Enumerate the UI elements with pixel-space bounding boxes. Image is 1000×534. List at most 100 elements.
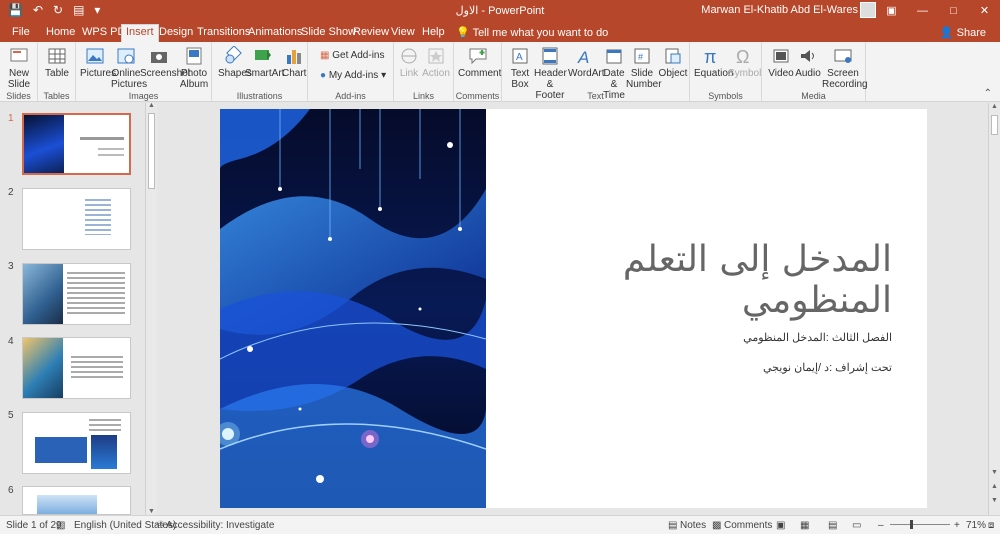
shapes-icon: [225, 46, 242, 64]
normal-view-icon[interactable]: ▣: [776, 520, 785, 531]
thumbnail-number: 2: [8, 187, 14, 198]
spelling-check-icon[interactable]: ▧: [56, 520, 65, 531]
current-slide[interactable]: المدخل إلى التعلم المنظومي الفصل الثالث …: [220, 109, 927, 508]
zoom-slider-thumb[interactable]: [910, 520, 914, 529]
tab-insert[interactable]: Insert: [121, 24, 159, 42]
online-pictures-button[interactable]: Online Pictures: [111, 46, 147, 90]
slideshow-view-icon[interactable]: ▭: [852, 520, 861, 531]
object-icon: [665, 48, 681, 64]
shapes-button[interactable]: Shapes: [218, 46, 252, 79]
svg-text:A: A: [577, 48, 589, 66]
scrollbar-thumb[interactable]: [148, 113, 155, 189]
minimize-button[interactable]: —: [907, 0, 938, 22]
previous-slide-icon[interactable]: ▲: [991, 483, 998, 490]
table-button[interactable]: Table: [43, 46, 71, 79]
link-button[interactable]: Link: [398, 46, 420, 79]
restore-button[interactable]: □: [938, 0, 969, 22]
slide-thumbnail-3[interactable]: [22, 263, 131, 325]
accessibility-status[interactable]: Accessibility: Investigate: [166, 520, 274, 531]
tab-help[interactable]: Help: [418, 25, 449, 42]
audio-button[interactable]: Audio: [795, 46, 821, 79]
pictures-button[interactable]: Pictures: [80, 46, 116, 79]
slide-thumbnail-2[interactable]: [22, 188, 131, 250]
speaker-audio-icon: [801, 50, 814, 62]
group-links: Link Action Links: [394, 42, 454, 102]
thumbnail-text-block: [85, 199, 111, 235]
screenshot-button[interactable]: Screenshot: [140, 46, 191, 79]
smartart-button[interactable]: SmartArt: [245, 46, 284, 79]
notes-button[interactable]: Notes: [680, 520, 706, 531]
tab-view[interactable]: View: [387, 25, 419, 42]
reading-view-icon[interactable]: ▤: [828, 520, 837, 531]
comments-button[interactable]: Comments: [724, 520, 772, 531]
slide-thumbnail-6[interactable]: [22, 486, 131, 515]
online-pictures-icon: [117, 48, 135, 64]
slide-number-label: Slide Number: [626, 68, 662, 90]
slide-background-image[interactable]: [220, 109, 486, 508]
slide-number-button[interactable]: # Slide Number: [626, 46, 662, 90]
tab-design[interactable]: Design: [155, 25, 197, 42]
video-button[interactable]: Video: [768, 46, 794, 79]
group-label-slides: Slides: [6, 91, 31, 101]
text-box-label: Text Box: [510, 68, 530, 90]
symbol-label: Symbol: [728, 68, 762, 79]
get-addins-button[interactable]: ▦ Get Add-ins: [320, 50, 385, 61]
avatar[interactable]: [860, 2, 876, 18]
fit-slide-icon[interactable]: ⧈: [988, 520, 994, 531]
new-slide-button[interactable]: New Slide: [3, 46, 35, 90]
collapse-ribbon-icon[interactable]: ⌃: [984, 88, 992, 99]
thumbnail-number: 5: [8, 410, 14, 421]
close-button[interactable]: ✕: [969, 0, 1000, 22]
wordart-button[interactable]: A WordArt: [568, 46, 605, 79]
chart-button[interactable]: Chart: [282, 46, 306, 79]
object-button[interactable]: Object: [658, 46, 688, 79]
zoom-out-icon[interactable]: –: [878, 520, 884, 531]
scroll-down-icon[interactable]: ▼: [148, 508, 155, 515]
scroll-up-icon[interactable]: ▲: [148, 102, 155, 109]
slide-thumbnail-5[interactable]: [22, 412, 131, 474]
scrollbar-thumb[interactable]: [991, 115, 998, 135]
thumbnail-number: 6: [8, 485, 14, 496]
screen-recording-button[interactable]: Screen Recording: [822, 46, 868, 90]
photo-album-button[interactable]: Photo Album: [178, 46, 210, 90]
scroll-up-icon[interactable]: ▲: [991, 103, 998, 110]
tab-home[interactable]: Home: [42, 25, 79, 42]
chart-icon: [287, 50, 301, 64]
slide-sorter-view-icon[interactable]: ▦: [800, 520, 809, 531]
text-box-button[interactable]: A Text Box: [508, 46, 532, 90]
editor-scrollbar[interactable]: ▲ ▼ ▲ ▼: [988, 103, 1000, 515]
tell-me-search[interactable]: 💡 Tell me what you want to do: [456, 26, 608, 39]
slide-thumbnail-4[interactable]: [22, 337, 131, 399]
share-label: Share: [956, 27, 986, 39]
my-addins-button[interactable]: ● My Add-ins ▾: [320, 70, 386, 81]
star-action-icon: [428, 48, 444, 64]
group-comments: Comment Comments: [454, 42, 502, 102]
my-addins-label: My Add-ins: [328, 70, 379, 81]
equation-button[interactable]: π Equation: [694, 46, 733, 79]
ribbon-display-options-icon[interactable]: ▣: [876, 0, 907, 22]
tab-file[interactable]: File: [8, 25, 34, 42]
thumbnail-number: 1: [8, 113, 14, 124]
share-button[interactable]: 👤 Share: [940, 26, 986, 39]
group-label-media: Media: [801, 91, 826, 101]
zoom-level[interactable]: 71%: [966, 520, 986, 531]
new-slide-icon: [10, 48, 28, 62]
zoom-in-icon[interactable]: +: [954, 520, 960, 531]
thumbnails-scrollbar[interactable]: ▲ ▼: [145, 102, 157, 515]
symbol-button[interactable]: Ω Symbol: [728, 46, 762, 79]
group-illustrations: Shapes SmartArt Chart Illustrations: [212, 42, 308, 102]
slide-title[interactable]: المدخل إلى التعلم المنظومي: [520, 239, 892, 321]
slide-thumbnail-1[interactable]: [22, 113, 131, 175]
action-button[interactable]: Action: [422, 46, 450, 79]
zoom-slider[interactable]: [890, 524, 950, 525]
account-name[interactable]: Marwan El-Khatib Abd El-Wares: [701, 4, 858, 16]
comment-button[interactable]: Comment: [458, 46, 501, 79]
slide-subtitle-chapter[interactable]: الفصل الثالث :المدخل المنظومي: [520, 331, 892, 344]
svg-text:Ω: Ω: [736, 47, 749, 66]
thumbnail-image: [91, 435, 117, 469]
next-slide-icon[interactable]: ▼: [991, 497, 998, 504]
slide-subtitle-supervisor[interactable]: تحت إشراف :د /إيمان نويجي: [520, 361, 892, 374]
scroll-down-icon[interactable]: ▼: [991, 469, 998, 476]
thumbnail-image: [23, 264, 63, 324]
thumbnail-text-block: [67, 272, 125, 316]
